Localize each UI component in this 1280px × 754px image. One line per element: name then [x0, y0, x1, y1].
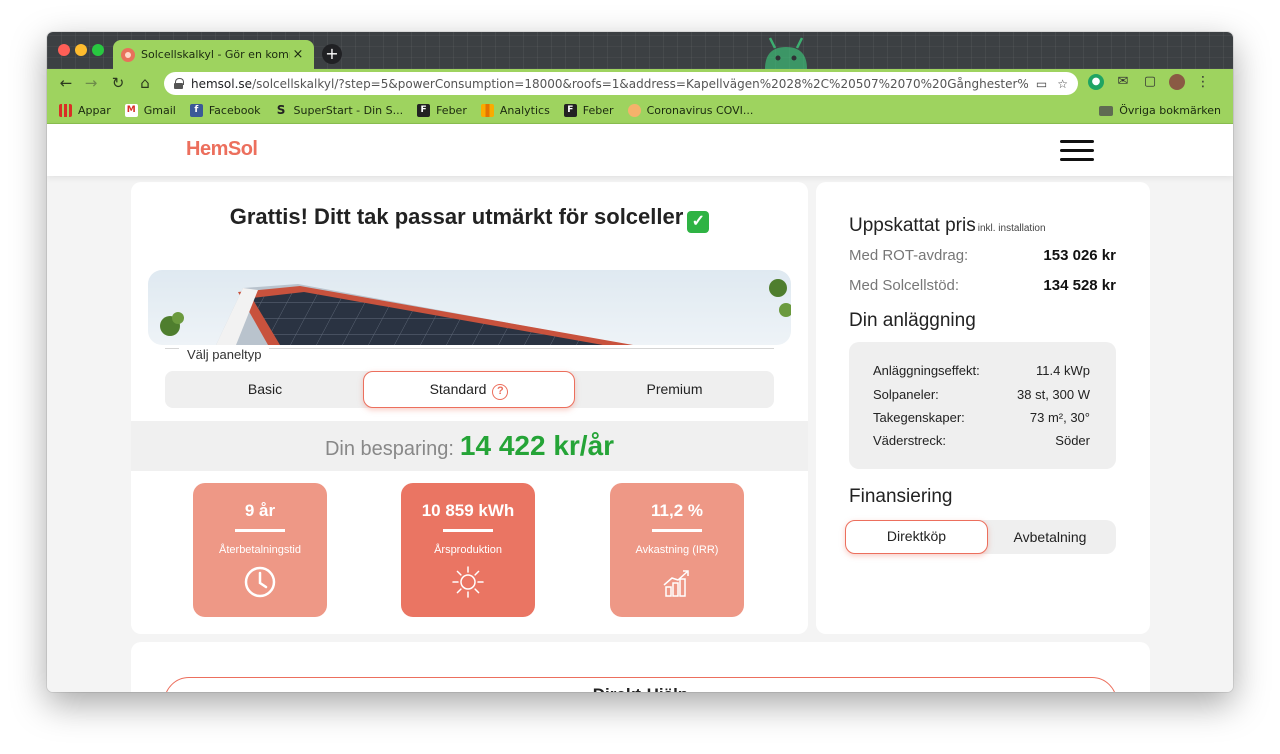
url-text[interactable]: hemsol.se/solcellskalkyl/?step=5&powerCo…	[191, 77, 1028, 91]
reload-icon[interactable]: ↻	[109, 74, 127, 92]
analytics-icon	[480, 104, 494, 117]
bottom-help-button[interactable]: Direkt-Hjälp	[164, 677, 1117, 692]
extension-g-icon[interactable]: ●	[1088, 74, 1104, 90]
hamburger-menu-icon[interactable]	[1060, 140, 1094, 162]
financing-title: Finansiering	[849, 486, 953, 507]
tab-title: Solcellskalkyl - Gör en komplett	[141, 48, 290, 61]
stat-divider	[443, 529, 493, 532]
spec-row: Takegenskaper: 73 m², 30°	[873, 410, 1090, 425]
stat-value: 10 859 kWh	[421, 501, 515, 520]
installation-specs: Anläggningseffekt: 11.4 kWp Solpaneler: 38…	[849, 342, 1116, 469]
savings-label: Din besparing:	[324, 438, 454, 460]
cast-page-icon[interactable]: ▭	[1036, 77, 1047, 91]
gmail-icon: M	[124, 104, 138, 117]
page-title: Grattis! Ditt tak passar utmärkt för sol…	[131, 204, 808, 233]
apps-icon	[59, 104, 72, 117]
panel-option-standard[interactable]: Standard?	[363, 371, 575, 408]
checkmark-icon: ✓	[687, 211, 710, 233]
browser-window: Solcellskalkyl - Gör en komplett × + ← →…	[47, 32, 1233, 692]
spec-row: Solpaneler: 38 st, 300 W	[873, 387, 1090, 402]
result-card: Grattis! Ditt tak passar utmärkt för sol…	[131, 182, 808, 634]
new-tab-button[interactable]: +	[322, 44, 342, 64]
panel-type-label: Välj paneltyp	[179, 347, 270, 362]
feber-icon: F	[563, 104, 577, 117]
savings-band: Din besparing: 14 422 kr/år	[131, 421, 808, 471]
stat-value: 11,2 %	[651, 501, 703, 520]
bookmark-facebook[interactable]: f Facebook	[189, 104, 261, 117]
stat-irr: 11,2 % Avkastning (IRR)	[610, 483, 744, 617]
price-title: Uppskattat pris inkl. installation	[849, 215, 1046, 236]
growth-chart-icon	[663, 570, 689, 597]
site-header: HemSol	[47, 124, 1233, 176]
financing-selector: Direktköp Avbetalning	[845, 520, 1116, 554]
panel-type-selector: Basic Standard? Premium	[165, 371, 774, 408]
spec-row: Väderstreck: Söder	[873, 433, 1090, 448]
back-arrow-icon[interactable]: ←	[57, 74, 75, 92]
bookmark-gmail[interactable]: M Gmail	[124, 104, 176, 117]
tab-close-icon[interactable]: ×	[290, 47, 306, 62]
hemsol-logo[interactable]: HemSol	[186, 138, 258, 161]
help-icon[interactable]: ?	[492, 384, 509, 400]
price-rot-row: Med ROT-avdrag: 153 026 kr	[849, 247, 1116, 264]
cast-icon[interactable]: ▢	[1142, 74, 1158, 90]
minimize-window-button[interactable]	[75, 44, 87, 56]
address-bar[interactable]: hemsol.se/solcellskalkyl/?step=5&powerCo…	[164, 72, 1078, 95]
hemsol-favicon-icon	[121, 47, 135, 62]
stat-label: Återbetalningstid	[219, 544, 301, 556]
bookmark-feber-2[interactable]: F Feber	[563, 104, 614, 117]
stat-label: Avkastning (IRR)	[635, 544, 719, 556]
spec-row: Anläggningseffekt: 11.4 kWp	[873, 363, 1090, 378]
panel-option-basic[interactable]: Basic	[165, 371, 365, 408]
price-card: Uppskattat pris inkl. installation Med RO…	[816, 182, 1150, 634]
price-solcellstod-row: Med Solcellstöd: 134 528 kr	[849, 277, 1116, 294]
bookmark-appar[interactable]: Appar	[59, 104, 111, 117]
bookmark-star-icon[interactable]: ☆	[1057, 77, 1068, 91]
maximize-window-button[interactable]	[92, 44, 104, 56]
bookmark-feber[interactable]: F Feber	[417, 104, 467, 117]
superstart-icon: S	[276, 103, 286, 117]
financing-option-direktkop[interactable]: Direktköp	[845, 520, 988, 554]
bookmarks-bar: Appar M Gmail f Facebook S SuperStart - …	[47, 98, 1233, 124]
forward-arrow-icon[interactable]: →	[82, 74, 100, 92]
facebook-icon: f	[189, 104, 203, 117]
mail-extension-icon[interactable]: ✉	[1115, 74, 1131, 90]
savings-value: 14 422 kr/år	[459, 430, 615, 461]
tab-strip: Solcellskalkyl - Gör en komplett × +	[47, 32, 1233, 69]
bottom-card: Direkt-Hjälp	[131, 642, 1150, 692]
coronavirus-icon	[627, 104, 641, 117]
bookmark-analytics[interactable]: Analytics	[480, 104, 550, 117]
home-icon[interactable]: ⌂	[136, 74, 154, 92]
stat-label: Årsproduktion	[434, 544, 502, 556]
installation-title: Din anläggning	[849, 310, 976, 331]
android-theme-icon	[765, 37, 807, 69]
stat-divider	[652, 529, 702, 532]
financing-option-avbetalning[interactable]: Avbetalning	[984, 520, 1116, 554]
browser-menu-icon[interactable]: ⋮	[1196, 74, 1210, 90]
lock-icon[interactable]	[174, 78, 184, 89]
price-rot-value: 153 026 kr	[1043, 247, 1116, 264]
price-solcellstod-value: 134 528 kr	[1043, 277, 1116, 294]
stat-payback: 9 år Återbetalningstid	[193, 483, 327, 617]
roof-image	[148, 270, 791, 345]
folder-icon	[1099, 105, 1114, 116]
profile-avatar[interactable]	[1169, 74, 1185, 90]
browser-tab-active[interactable]: Solcellskalkyl - Gör en komplett ×	[113, 40, 314, 69]
sun-icon	[452, 566, 484, 598]
close-window-button[interactable]	[58, 44, 70, 56]
clock-icon	[244, 566, 276, 598]
stat-divider	[235, 529, 285, 532]
other-bookmarks[interactable]: Övriga bokmärken	[1099, 104, 1221, 117]
panel-option-premium[interactable]: Premium	[575, 371, 774, 408]
browser-toolbar: ← → ↻ ⌂ hemsol.se/solcellskalkyl/?step=5…	[47, 69, 1233, 98]
stat-production: 10 859 kWh Årsproduktion	[401, 483, 535, 617]
bookmark-superstart[interactable]: S SuperStart - Din S...	[275, 103, 403, 118]
stat-value: 9 år	[244, 501, 276, 520]
feber-icon: F	[417, 104, 431, 117]
bookmark-coronavirus[interactable]: Coronavirus COVI...	[627, 104, 753, 117]
